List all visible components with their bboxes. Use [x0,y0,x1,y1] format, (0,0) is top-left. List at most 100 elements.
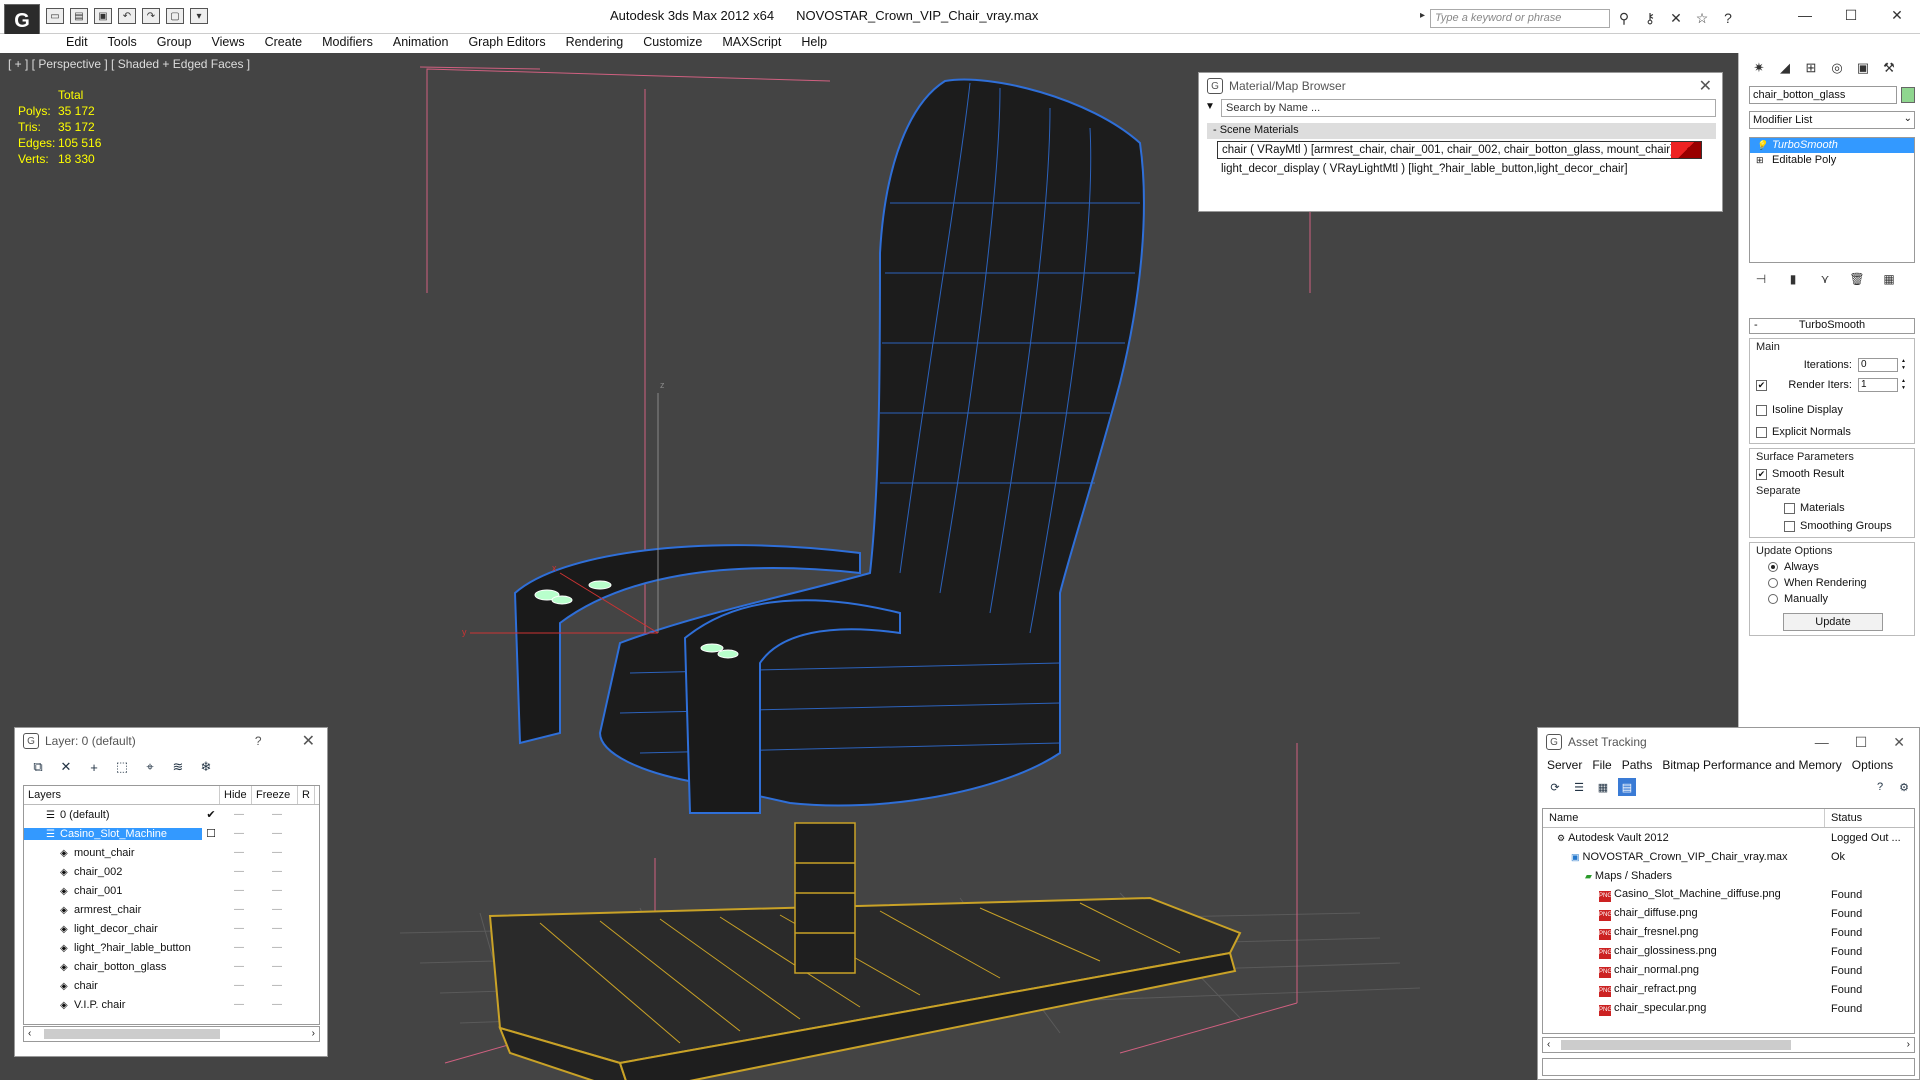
freeze-toggle[interactable]: — [258,942,296,953]
menu-tools[interactable]: Tools [98,34,147,53]
active-layer-check[interactable]: ✔ [202,808,220,821]
hide-toggle[interactable]: — [220,904,258,915]
material-search-input[interactable]: Search by Name ... [1221,99,1716,117]
asset-row[interactable]: ▣ NOVOSTAR_Crown_VIP_Chair_vray.max Ok [1543,847,1914,866]
freeze-toggle[interactable]: — [258,961,296,972]
asset-row[interactable]: ▰ Maps / Shaders [1543,866,1914,885]
menu-edit[interactable]: Edit [56,34,98,53]
column-name[interactable]: Name [1543,809,1825,827]
layer-row[interactable]: ◈ chair_botton_glass — — [24,957,319,976]
redo-icon[interactable]: ↷ [142,8,160,24]
help-icon[interactable]: ? [255,734,262,748]
hide-toggle[interactable]: — [220,866,258,877]
object-color-swatch[interactable] [1901,87,1915,103]
asset-row[interactable]: ⚙ Autodesk Vault 2012 Logged Out ... [1543,828,1914,847]
favorites-star-icon[interactable]: ☆ [1693,9,1711,27]
update-button[interactable]: Update [1783,613,1883,631]
minimize-button[interactable]: — [1782,0,1828,30]
close-icon[interactable]: ✕ [1893,734,1905,751]
refresh-icon[interactable]: ⟳ [1546,778,1564,796]
options-dropdown-icon[interactable]: ▼ [1205,101,1215,112]
column-hide[interactable]: Hide [220,786,252,804]
menu-help[interactable]: Help [791,34,837,53]
freeze-toggle[interactable]: — [258,904,296,915]
active-layer-check[interactable]: ☐ [202,827,220,840]
layer-row[interactable]: ◈ armrest_chair — — [24,900,319,919]
iterations-spinner[interactable]: 0 [1858,358,1907,372]
stack-item-turbosmooth[interactable]: 💡 TurboSmooth [1750,138,1914,153]
layer-row[interactable]: ◈ mount_chair — — [24,843,319,862]
hide-toggle[interactable]: — [220,828,258,839]
layer-row[interactable]: ◈ light_?hair_lable_button — — [24,938,319,957]
freeze-toggle[interactable]: — [258,980,296,991]
asset-row[interactable]: PNG chair_normal.png Found [1543,961,1914,980]
hide-toggle[interactable]: — [220,942,258,953]
hide-toggle[interactable]: — [220,809,258,820]
modifier-list-dropdown[interactable]: Modifier List ⌄ [1749,111,1915,129]
select-layer-objects-icon[interactable]: ⬚ [113,758,131,776]
create-tab-icon[interactable]: ✷ [1749,59,1769,77]
grid-view-icon[interactable]: ▤ [1618,778,1636,796]
when-rendering-radio[interactable] [1768,577,1778,588]
asset-row[interactable]: PNG chair_refract.png Found [1543,980,1914,999]
menu-views[interactable]: Views [201,34,254,53]
horizontal-scrollbar[interactable]: ‹ › [1542,1037,1915,1053]
show-end-result-icon[interactable]: ▮ [1785,271,1801,287]
asset-menu-paths[interactable]: Paths [1617,756,1658,776]
materials-checkbox[interactable] [1784,502,1795,514]
menu-customize[interactable]: Customize [633,34,712,53]
open-file-icon[interactable]: ▤ [70,8,88,24]
isoline-display-checkbox[interactable] [1756,404,1767,416]
utilities-tab-icon[interactable]: ⚒ [1879,59,1899,77]
modify-tab-icon[interactable]: ◢ [1775,59,1795,77]
asset-menu-file[interactable]: File [1587,756,1616,776]
help-icon[interactable]: ? [1719,9,1737,27]
explicit-normals-checkbox[interactable] [1756,426,1767,438]
column-freeze[interactable]: Freeze [252,786,298,804]
subscription-key-icon[interactable]: ⚷ [1641,9,1659,27]
hierarchy-tab-icon[interactable]: ⊞ [1801,59,1821,77]
column-layers[interactable]: Layers [24,786,220,804]
save-file-icon[interactable]: ▣ [94,8,112,24]
hide-all-layers-icon[interactable]: ≋ [169,758,187,776]
layer-row[interactable]: ☰ Casino_Slot_Machine ☐ — — [24,824,319,843]
maximize-button[interactable]: ☐ [1855,734,1868,751]
freeze-toggle[interactable]: — [258,809,296,820]
freeze-toggle[interactable]: — [258,847,296,858]
asset-row[interactable]: PNG chair_specular.png Found [1543,999,1914,1018]
binoculars-icon[interactable]: ⚲ [1615,9,1633,27]
column-render[interactable]: R [298,786,315,804]
maximize-button[interactable]: ☐ [1828,0,1874,30]
close-icon[interactable]: ✕ [1699,76,1712,96]
highlight-layer-icon[interactable]: ⌖ [141,758,159,776]
stack-item-editable-poly[interactable]: ⊞ Editable Poly [1750,153,1914,168]
viewport-label[interactable]: [ + ] [ Perspective ] [ Shaded + Edged F… [8,57,250,71]
delete-layer-icon[interactable]: ✕ [57,758,75,776]
asset-menu-bitmap-performance-and-memory[interactable]: Bitmap Performance and Memory [1657,756,1846,776]
horizontal-scrollbar[interactable]: ‹ › [23,1026,320,1042]
hide-toggle[interactable]: — [220,961,258,972]
search-expand-icon[interactable]: ▸ [1420,10,1430,24]
menu-modifiers[interactable]: Modifiers [312,34,383,53]
asset-menu-server[interactable]: Server [1542,756,1587,776]
minimize-button[interactable]: — [1815,734,1829,751]
list-view-icon[interactable]: ☰ [1570,778,1588,796]
menu-maxscript[interactable]: MAXScript [712,34,791,53]
freeze-toggle[interactable]: — [258,999,296,1010]
asset-row[interactable]: PNG chair_glossiness.png Found [1543,942,1914,961]
undo-icon[interactable]: ↶ [118,8,136,24]
customize-dropdown-icon[interactable]: ▾ [190,8,208,24]
hide-toggle[interactable]: — [220,980,258,991]
object-name-field[interactable]: chair_botton_glass [1749,86,1897,104]
freeze-toggle[interactable]: — [258,885,296,896]
menu-animation[interactable]: Animation [383,34,459,53]
project-folder-icon[interactable]: ▢ [166,8,184,24]
add-to-layer-icon[interactable]: + [85,758,103,776]
close-icon[interactable]: ✕ [302,731,315,751]
layer-row[interactable]: ◈ chair — — [24,976,319,995]
render-iters-spinner[interactable]: 1 [1858,378,1907,392]
hide-toggle[interactable]: — [220,999,258,1010]
material-row[interactable]: chair ( VRayMtl ) [armrest_chair, chair_… [1217,141,1702,159]
layer-row[interactable]: ◈ chair_002 — — [24,862,319,881]
settings-icon[interactable]: ⚙ [1895,778,1913,796]
